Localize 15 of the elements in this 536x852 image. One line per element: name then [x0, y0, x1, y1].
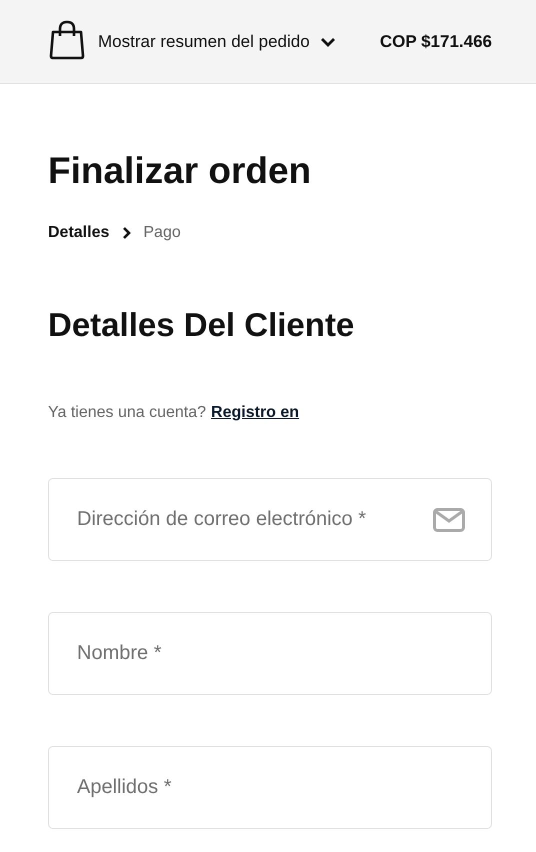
input-field[interactable]: Apellidos *	[48, 746, 492, 829]
envelope-icon	[433, 508, 465, 532]
chevron-right-icon	[121, 226, 132, 240]
order-total: COP $171.466	[380, 32, 492, 52]
section-title: Detalles Del Cliente	[48, 306, 356, 344]
breadcrumb-item[interactable]: Pago	[143, 224, 181, 242]
input-field[interactable]: Nombre *	[48, 612, 492, 695]
page-title: Finalizar orden	[48, 150, 312, 192]
order-summary-toggle[interactable]: Mostrar resumen del pedido	[98, 32, 336, 52]
chevron-icon	[320, 36, 336, 48]
login-prompt: Ya tienes una cuenta?	[48, 404, 206, 422]
shopping-bag-icon	[49, 20, 85, 60]
login-link[interactable]: Registro en	[211, 404, 300, 422]
input-field[interactable]: Dirección de correo electrónico *	[48, 478, 492, 561]
breadcrumb-item[interactable]: Detalles	[48, 224, 110, 242]
